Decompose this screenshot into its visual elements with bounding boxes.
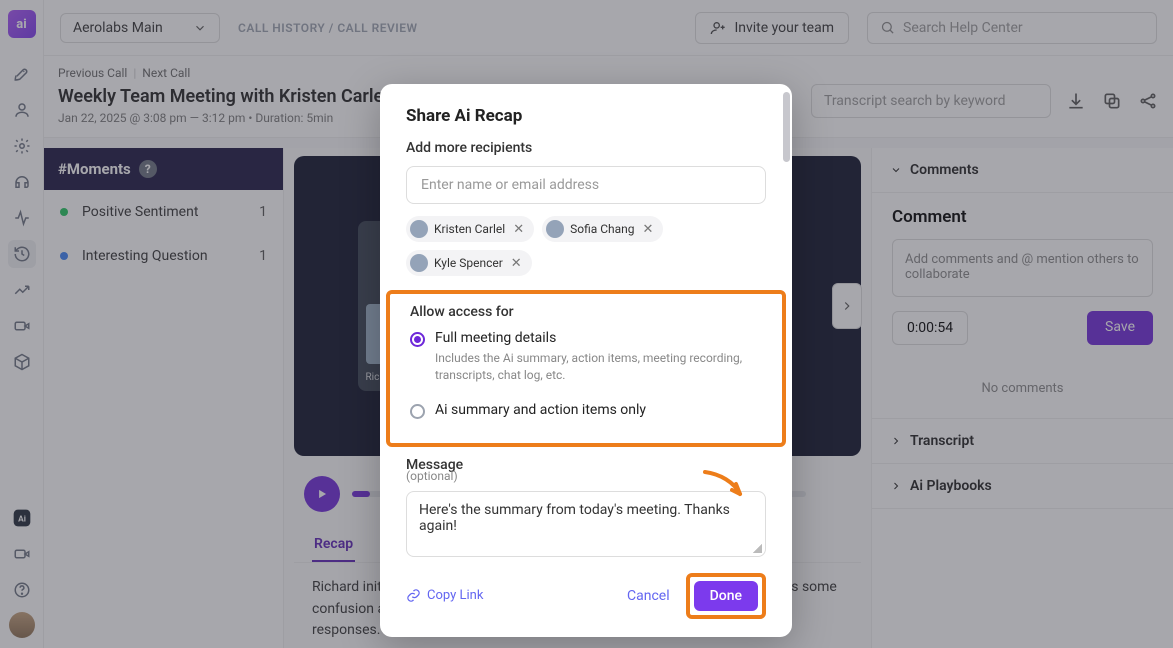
add-recipients-label: Add more recipients — [406, 140, 766, 156]
chip-label: Sofia Chang — [570, 222, 634, 236]
radio-label: Ai summary and action items only — [435, 402, 646, 418]
annotation-arrow-icon — [700, 468, 750, 504]
copy-link-label: Copy Link — [427, 588, 483, 603]
chip-label: Kyle Spencer — [434, 256, 503, 270]
chip-label: Kristen Carlel — [434, 222, 505, 236]
recipient-chips: Kristen Carlel ✕ Sofia Chang ✕ Kyle Spence… — [406, 216, 766, 276]
modal-scrollbar[interactable] — [782, 92, 790, 629]
radio-icon[interactable] — [410, 404, 425, 419]
recipient-placeholder: Enter name or email address — [421, 177, 599, 193]
modal-title: Share Ai Recap — [380, 106, 792, 140]
access-option-full[interactable]: Full meeting details Includes the Ai sum… — [410, 330, 762, 384]
radio-label: Full meeting details — [435, 330, 762, 346]
done-button-highlight: Done — [686, 573, 766, 619]
link-icon — [406, 588, 421, 603]
avatar-icon — [410, 254, 428, 272]
recipient-chip: Kyle Spencer ✕ — [406, 250, 532, 276]
radio-icon[interactable] — [410, 332, 425, 347]
recipient-chip: Kristen Carlel ✕ — [406, 216, 534, 242]
access-label: Allow access for — [410, 304, 762, 320]
remove-chip-button[interactable]: ✕ — [641, 222, 656, 237]
recipient-chip: Sofia Chang ✕ — [542, 216, 663, 242]
radio-description: Includes the Ai summary, action items, m… — [435, 350, 762, 384]
done-button[interactable]: Done — [694, 581, 758, 611]
remove-chip-button[interactable]: ✕ — [511, 222, 526, 237]
avatar-icon — [546, 220, 564, 238]
access-option-summary[interactable]: Ai summary and action items only — [410, 402, 762, 419]
remove-chip-button[interactable]: ✕ — [509, 256, 524, 271]
access-options-highlight: Allow access for Full meeting details In… — [386, 290, 786, 447]
recipient-input[interactable]: Enter name or email address — [406, 166, 766, 204]
avatar-icon — [410, 220, 428, 238]
share-recap-modal: Share Ai Recap Add more recipients Enter… — [380, 84, 792, 637]
message-value: Here's the summary from today's meeting.… — [419, 502, 730, 534]
modal-footer: Copy Link Cancel Done — [380, 557, 792, 619]
cancel-button[interactable]: Cancel — [627, 588, 670, 604]
copy-link-button[interactable]: Copy Link — [406, 588, 483, 603]
